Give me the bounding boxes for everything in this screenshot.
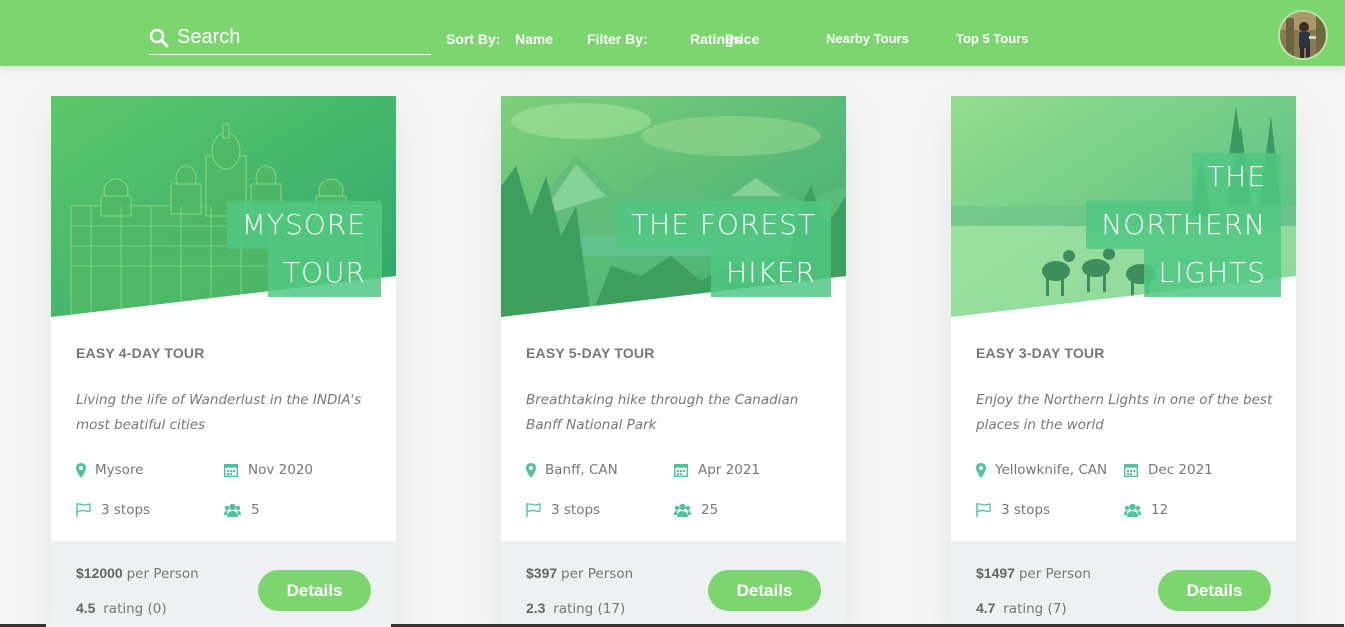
tour-price-unit: per Person [561, 566, 634, 582]
tour-group-size-text: 5 [251, 502, 260, 518]
card-footer: $1497 per Person 4.7 rating (7) Details [951, 541, 1296, 627]
tour-stops-text: 3 stops [101, 502, 151, 518]
tour-rating-label: rating (17) [553, 601, 626, 617]
tour-price-unit: per Person [126, 566, 199, 582]
avatar-photo [1280, 12, 1326, 58]
map-pin-icon [76, 463, 86, 478]
search-input[interactable] [177, 22, 427, 52]
tour-title-line: TOUR [267, 249, 381, 297]
card-footer: $397 per Person 2.3 rating (17) Details [501, 541, 846, 627]
top-nav: Sort By: Name Filter By: Ratings Price N… [0, 0, 1345, 66]
tour-group-size-text: 12 [1151, 502, 1169, 518]
tour-rating: 2.3 rating (17) [526, 600, 625, 617]
flag-icon [976, 503, 991, 517]
tour-price-value: $1497 [976, 565, 1015, 581]
tour-summary: Enjoy the Northern Lights in one of the … [976, 392, 1273, 433]
details-button[interactable]: Details [1158, 570, 1271, 611]
tour-price: $12000 per Person [76, 565, 199, 582]
calendar-icon [224, 464, 238, 477]
sort-by-name-link[interactable]: Name [515, 30, 553, 48]
tour-title-line: NORTHERN [1086, 201, 1281, 249]
flag-icon [526, 503, 541, 517]
tour-title-line: MYSORE [226, 201, 381, 249]
tour-stops-text: 3 stops [1001, 502, 1051, 518]
tour-card-northern-lights: THE NORTHERN LIGHTS EASY 3-DAY TOUR Enjo… [951, 96, 1296, 627]
users-icon [224, 503, 241, 517]
tour-location-text: Mysore [95, 462, 144, 478]
tour-title-line: LIGHTS [1143, 249, 1281, 297]
tour-price-value: $12000 [76, 565, 123, 581]
tour-location-text: Yellowknife, CAN [995, 462, 1108, 478]
tour-subheading: EASY 5-DAY TOUR [526, 345, 655, 361]
calendar-icon [1124, 464, 1138, 477]
tour-card-forest-hiker: THE FOREST HIKER EASY 5-DAY TOUR Breatht… [501, 96, 846, 627]
map-pin-icon [976, 463, 986, 478]
tour-title-line: THE [1192, 153, 1281, 201]
tour-image: MYSORE TOUR [51, 96, 396, 317]
user-avatar[interactable] [1278, 10, 1328, 60]
tour-title: THE FOREST HIKER [616, 201, 831, 297]
tour-price-unit: per Person [1018, 566, 1091, 582]
users-icon [1124, 503, 1141, 517]
tour-image: THE NORTHERN LIGHTS [951, 96, 1296, 317]
nearby-tours-link[interactable]: Nearby Tours [826, 30, 909, 48]
users-icon [674, 503, 691, 517]
tour-price: $1497 per Person [976, 565, 1091, 582]
tour-summary: Living the life of Wanderlust in the IND… [76, 392, 362, 433]
tour-date-text: Apr 2021 [698, 462, 761, 478]
tour-rating: 4.7 rating (7) [976, 600, 1067, 617]
filter-by-label: Filter By: [587, 31, 648, 47]
tour-rating-value: 4.5 [76, 600, 96, 616]
tour-rating-value: 4.7 [976, 600, 996, 616]
tour-title: MYSORE TOUR [226, 201, 381, 297]
flag-icon [76, 503, 91, 517]
tour-stops-text: 3 stops [551, 502, 601, 518]
tour-subheading: EASY 3-DAY TOUR [976, 345, 1105, 361]
tour-location-text: Banff, CAN [545, 462, 618, 478]
details-button[interactable]: Details [258, 570, 371, 611]
tour-title: THE NORTHERN LIGHTS [1086, 153, 1281, 297]
search-icon[interactable] [149, 28, 169, 48]
tour-title-line: THE FOREST [616, 201, 831, 249]
tour-price: $397 per Person [526, 565, 633, 582]
tour-summary: Breathtaking hike through the Canadian B… [526, 392, 799, 433]
tour-subheading: EASY 4-DAY TOUR [76, 345, 205, 361]
tour-card-mysore: MYSORE TOUR EASY 4-DAY TOUR Living the l… [51, 96, 396, 627]
tour-price-value: $397 [526, 565, 558, 581]
tour-image: THE FOREST HIKER [501, 96, 846, 317]
sort-by-label: Sort By: [446, 31, 501, 47]
tour-rating-label: rating (7) [1003, 601, 1067, 617]
map-pin-icon [526, 463, 536, 478]
tour-rating-label: rating (0) [103, 601, 167, 617]
search-box[interactable] [149, 22, 431, 55]
details-button[interactable]: Details [708, 570, 821, 611]
tour-date-text: Nov 2020 [248, 462, 313, 478]
tour-date-text: Dec 2021 [1148, 462, 1213, 478]
filter-price-link[interactable]: Price [725, 30, 759, 48]
top-tours-link[interactable]: Top 5 Tours [956, 30, 1028, 48]
tour-rating: 4.5 rating (0) [76, 600, 167, 617]
card-footer: $12000 per Person 4.5 rating (0) Details [51, 541, 396, 627]
tour-rating-value: 2.3 [526, 600, 546, 616]
calendar-icon [674, 464, 688, 477]
tour-group-size-text: 25 [701, 502, 719, 518]
tour-title-line: HIKER [711, 249, 831, 297]
